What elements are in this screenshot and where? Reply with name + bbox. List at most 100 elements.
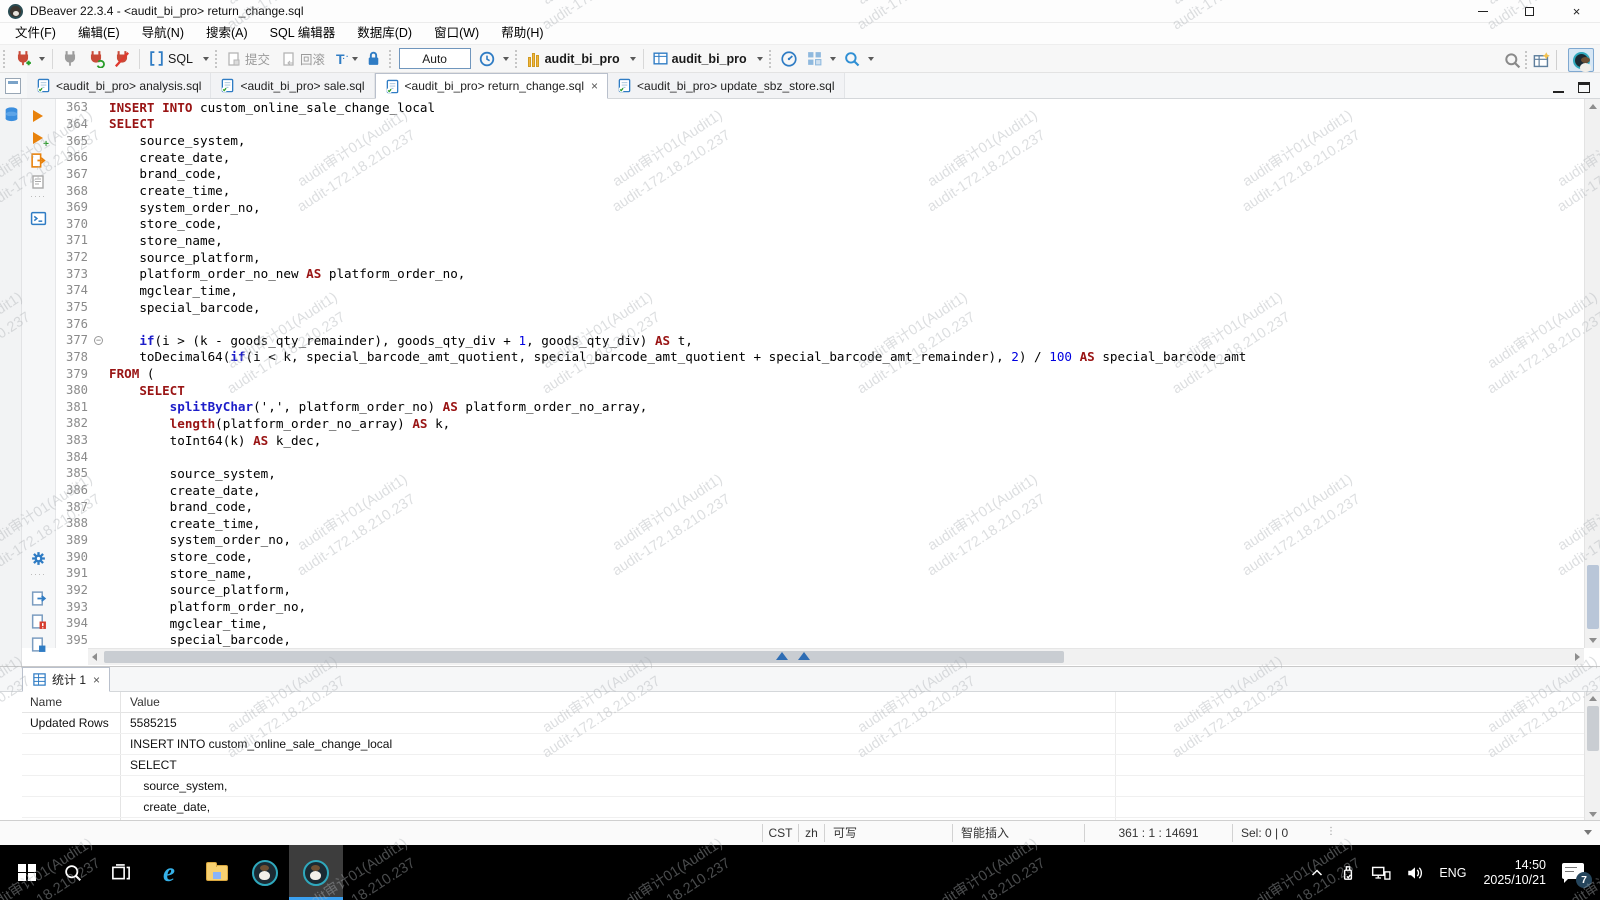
task-view-button[interactable] [98, 845, 144, 900]
reconnect-button[interactable] [84, 47, 108, 71]
code-line[interactable]: 377− if(i > (k - goods_qty_remainder), g… [56, 332, 1584, 349]
code-line[interactable]: 381 splitByChar(',', platform_order_no) … [56, 399, 1584, 416]
code-line[interactable]: 376 [56, 315, 1584, 332]
editor-tab[interactable]: <audit_bi_pro> analysis.sql [27, 73, 211, 98]
input-language[interactable]: ENG [1439, 866, 1466, 880]
taskbar-search-button[interactable] [50, 845, 96, 900]
chevron-down-icon[interactable] [1584, 830, 1592, 835]
scroll-left-icon[interactable] [92, 653, 97, 661]
sash-restore-arrows[interactable] [776, 652, 810, 660]
code-line[interactable]: 378 toDecimal64(if(i < k, special_barcod… [56, 349, 1584, 366]
transaction-lock-button[interactable] [362, 47, 385, 71]
fold-gutter[interactable]: − [94, 336, 109, 345]
chevron-down-icon[interactable] [868, 57, 874, 61]
close-icon[interactable]: × [93, 674, 100, 686]
dashboard-button[interactable] [777, 47, 801, 71]
scroll-down-icon[interactable] [1589, 638, 1597, 643]
quick-access-search-icon[interactable] [1503, 51, 1522, 70]
code-line[interactable]: 372 source_platform, [56, 249, 1584, 266]
commit-button[interactable]: 提交 [223, 47, 276, 71]
disconnect-button[interactable] [110, 47, 134, 71]
code-line[interactable]: 370 store_code, [56, 215, 1584, 232]
statistics-tab[interactable]: 统计 1 × [22, 667, 110, 692]
export-result-icon[interactable] [29, 589, 47, 607]
maximize-view-icon[interactable] [1578, 82, 1590, 93]
sql-editor-button[interactable]: SQL [145, 47, 199, 71]
scroll-down-icon[interactable] [1589, 812, 1597, 817]
code-line[interactable]: 389 system_order_no, [56, 532, 1584, 549]
statistics-row[interactable]: create_date, [22, 797, 1584, 818]
close-button[interactable]: × [1553, 0, 1600, 23]
close-icon[interactable]: × [591, 80, 598, 92]
tray-chevron-up-icon[interactable] [1309, 865, 1325, 881]
chevron-down-icon[interactable] [630, 57, 636, 61]
usb-device-icon[interactable] [1339, 864, 1357, 882]
menu-item-2[interactable]: 导航(N) [131, 23, 195, 44]
dbeaver-active-button[interactable] [289, 845, 343, 900]
statistics-row[interactable]: SELECT [22, 755, 1584, 776]
fold-collapse-icon[interactable]: − [94, 336, 103, 345]
minimize-button[interactable] [1459, 0, 1506, 23]
code-line[interactable]: 374 mgclear_time, [56, 282, 1584, 299]
column-header-value[interactable]: Value [120, 695, 160, 709]
code-line[interactable]: 379FROM ( [56, 365, 1584, 382]
scrollbar-thumb[interactable] [1587, 565, 1599, 629]
code-line[interactable]: 385 source_system, [56, 465, 1584, 482]
scroll-up-icon[interactable] [1589, 104, 1597, 109]
code-line[interactable]: 392 source_platform, [56, 582, 1584, 599]
execute-new-tab-icon[interactable]: + [29, 129, 47, 147]
scrollbar-thumb[interactable] [1587, 706, 1599, 751]
action-center-button[interactable]: 7 [1562, 863, 1586, 883]
file-explorer-button[interactable] [194, 845, 240, 900]
code-line[interactable]: 375 special_barcode, [56, 299, 1584, 316]
commit-mode-select[interactable]: Auto [399, 48, 471, 69]
network-icon[interactable] [1371, 864, 1391, 882]
settings-gear-icon[interactable] [29, 549, 47, 567]
column-header-name[interactable]: Name [22, 695, 120, 709]
code-line[interactable]: 366 create_date, [56, 149, 1584, 166]
code-line[interactable]: 393 platform_order_no, [56, 598, 1584, 615]
code-line[interactable]: 369 system_order_no, [56, 199, 1584, 216]
menu-item-7[interactable]: 帮助(H) [490, 23, 554, 44]
chevron-down-icon[interactable] [39, 57, 45, 61]
code-line[interactable]: 390 store_code, [56, 548, 1584, 565]
file-error-icon[interactable] [29, 612, 47, 630]
editor-tab[interactable]: <audit_bi_pro> update_sbz_store.sql [608, 73, 844, 98]
chevron-down-icon[interactable] [757, 57, 763, 61]
code-line[interactable]: 391 store_name, [56, 565, 1584, 582]
menu-item-5[interactable]: 数据库(D) [346, 23, 423, 44]
menu-item-3[interactable]: 搜索(A) [195, 23, 259, 44]
start-button[interactable] [4, 845, 50, 900]
open-perspective-icon[interactable] [1532, 51, 1551, 70]
chevron-down-icon[interactable] [830, 57, 836, 61]
code-line[interactable]: 373 platform_order_no_new AS platform_or… [56, 265, 1584, 282]
database-select[interactable]: audit_bi_pro [523, 47, 626, 71]
dbeaver-pinned-button[interactable] [242, 845, 288, 900]
sql-code-editor[interactable]: 363INSERT INTO custom_online_sale_change… [56, 99, 1584, 648]
editor-vertical-scrollbar[interactable] [1584, 99, 1600, 648]
chevron-down-icon[interactable] [352, 57, 358, 61]
chevron-down-icon[interactable] [203, 57, 209, 61]
transaction-mode-button[interactable]: T:· [333, 47, 348, 71]
menu-item-6[interactable]: 窗口(W) [423, 23, 490, 44]
statistics-row[interactable]: Updated Rows5585215 [22, 713, 1584, 734]
restore-editor-icon[interactable] [5, 78, 21, 94]
rollback-button[interactable]: 回滚 [278, 47, 331, 71]
code-line[interactable]: 368 create_time, [56, 182, 1584, 199]
menu-item-1[interactable]: 编辑(E) [67, 23, 131, 44]
code-line[interactable]: 394 mgclear_time, [56, 615, 1584, 632]
code-line[interactable]: 365 source_system, [56, 132, 1584, 149]
transaction-log-button[interactable] [475, 47, 499, 71]
code-line[interactable]: 382 length(platform_order_no_array) AS k… [56, 415, 1584, 432]
code-line[interactable]: 380 SELECT [56, 382, 1584, 399]
code-line[interactable]: 384 [56, 448, 1584, 465]
code-line[interactable]: 367 brand_code, [56, 166, 1584, 183]
code-line[interactable]: 388 create_time, [56, 515, 1584, 532]
editor-tab[interactable]: <audit_bi_pro> return_change.sql× [375, 73, 608, 99]
statistics-row[interactable]: source_system, [22, 776, 1584, 797]
maximize-button[interactable] [1506, 0, 1553, 23]
editor-horizontal-scrollbar[interactable] [88, 648, 1584, 665]
sql-console-icon[interactable] [29, 209, 47, 227]
code-line[interactable]: 383 toInt64(k) AS k_dec, [56, 432, 1584, 449]
code-line[interactable]: 395 special_barcode, [56, 632, 1584, 649]
